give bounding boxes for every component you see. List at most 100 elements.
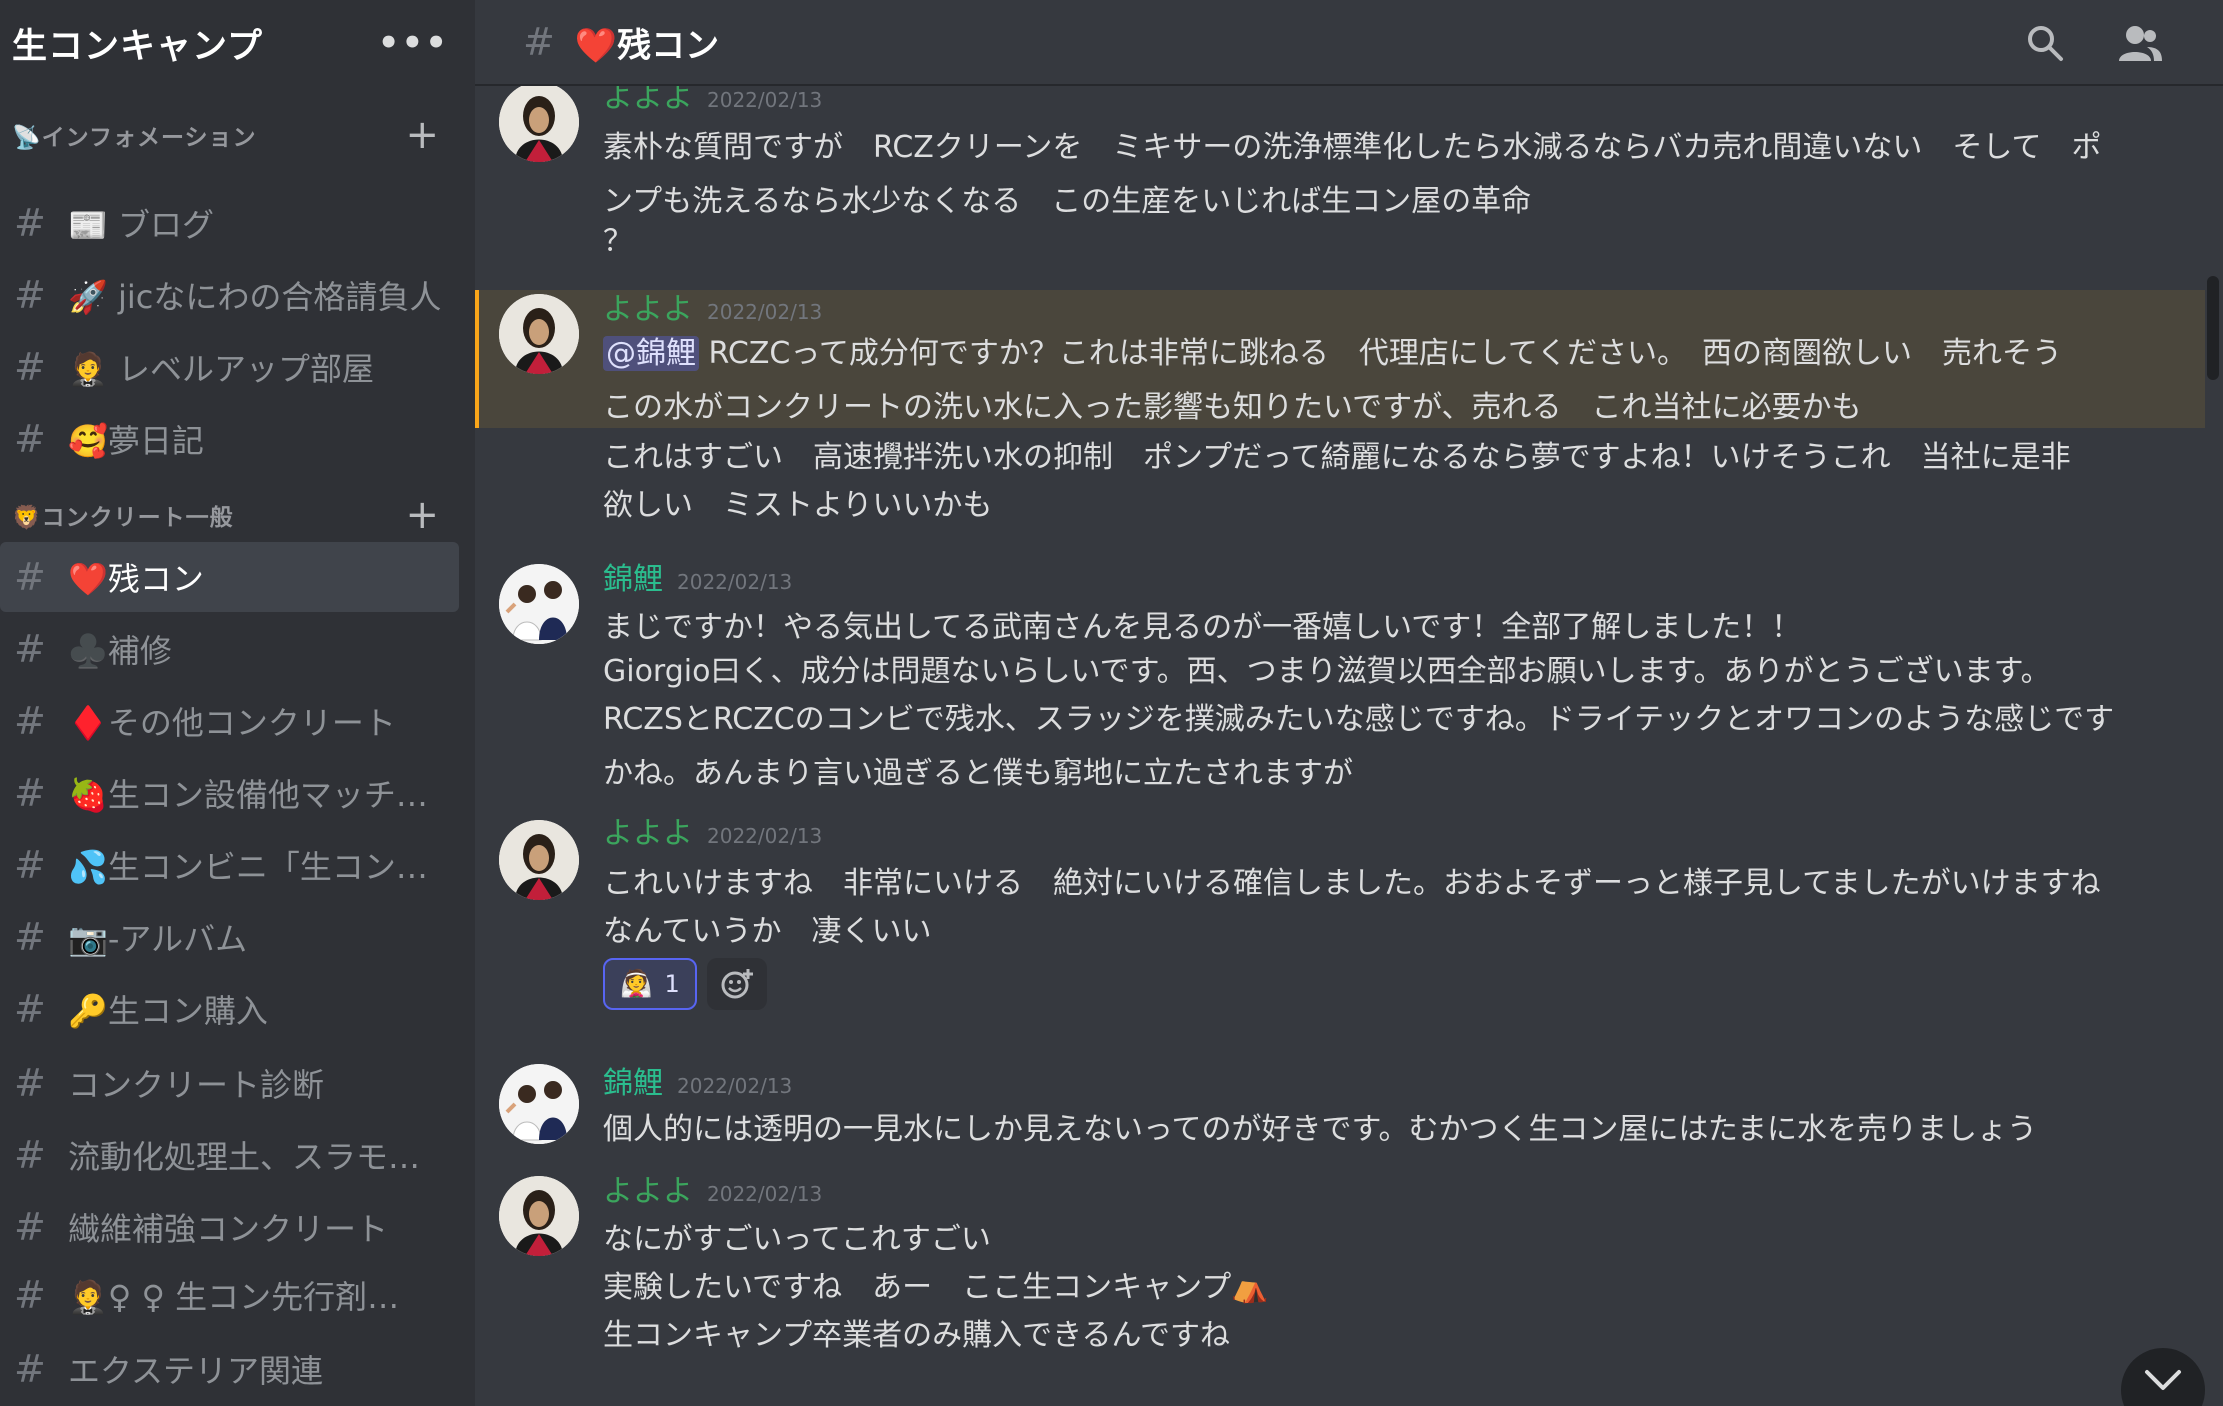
server-header[interactable]: 生コンキャンプ ••• bbox=[0, 0, 475, 86]
channel-album[interactable]: # 📷-アルバム bbox=[0, 902, 459, 972]
timestamp: 2022/02/13 bbox=[707, 824, 823, 848]
message-line: ンプも洗えるなら水少なくなる この生産をいじれば生コン屋の革命 bbox=[603, 184, 1532, 219]
author-name: よよよ bbox=[603, 816, 693, 851]
channel-label: ♣️補修 bbox=[68, 632, 172, 670]
channel-equipment-matching[interactable]: # 🍓生コン設備他マッチ… bbox=[0, 758, 459, 828]
hash-icon: # bbox=[14, 555, 46, 599]
timestamp: 2022/02/13 bbox=[707, 1182, 823, 1206]
avatar[interactable] bbox=[499, 86, 579, 162]
reaction-emoji: 👰 bbox=[620, 969, 653, 999]
channel-label: コンクリート診断 bbox=[68, 1066, 325, 1104]
message-author[interactable]: 錦鯉 2022/02/13 bbox=[603, 1058, 792, 1102]
search-icon[interactable] bbox=[2025, 23, 2065, 63]
channel-blog[interactable]: # 📰 ブログ bbox=[0, 188, 459, 258]
author-name: 錦鯉 bbox=[603, 1066, 663, 1101]
server-menu-icon[interactable]: ••• bbox=[378, 23, 449, 63]
chevron-down-icon bbox=[2145, 1370, 2181, 1390]
message-line: ？ bbox=[603, 224, 633, 259]
channel-label: 📰 ブログ bbox=[68, 206, 215, 244]
message: 錦鯉 2022/02/13 まじですか！やる気出してる武南さんを見るのが一番嬉しい… bbox=[475, 556, 2205, 816]
hash-icon: # bbox=[14, 1205, 46, 1249]
channel-dream-diary[interactable]: # 🥰夢日記 bbox=[0, 404, 459, 474]
add-emoji-icon bbox=[721, 969, 753, 999]
channel-label: 🚀 jicなにわの合格請負人 bbox=[68, 278, 442, 316]
channel-label: ♦️その他コンクリート bbox=[68, 704, 396, 742]
channel-label: 💦生コンビニ「生コン… bbox=[68, 848, 428, 886]
avatar[interactable] bbox=[499, 1064, 579, 1144]
message-line: 欲しい ミストよりいいかも bbox=[603, 488, 993, 523]
hash-icon: # bbox=[14, 699, 46, 743]
message-author[interactable]: よよよ 2022/02/13 bbox=[603, 86, 822, 116]
avatar[interactable] bbox=[499, 1176, 579, 1256]
channel-jic-naniwa[interactable]: # 🚀 jicなにわの合格請負人 bbox=[0, 260, 459, 330]
channel-repair[interactable]: # ♣️補修 bbox=[0, 614, 459, 684]
channel-purchase[interactable]: # 🔑生コン購入 bbox=[0, 974, 459, 1044]
message-line: まじですか！やる気出してる武南さんを見るのが一番嬉しいです！全部了解しました！！ bbox=[603, 610, 1802, 645]
channel-namacon-convenience[interactable]: # 💦生コンビニ「生コン… bbox=[0, 830, 459, 900]
hash-icon: # bbox=[14, 345, 46, 389]
message-mentioned: よよよ 2022/02/13 @錦鯉 RCZCって成分何ですか？これは非常に跳ねる… bbox=[475, 290, 2205, 428]
message-author[interactable]: よよよ 2022/02/13 bbox=[603, 1166, 822, 1210]
header-toolbar bbox=[2025, 0, 2163, 86]
channel-zancon[interactable]: # ❤️残コン bbox=[0, 542, 459, 612]
message-line: RCZSとRCZCのコンビで残水、スラッジを撲滅みたいな感じですね。ドライテック… bbox=[603, 702, 2115, 737]
category-concrete-general[interactable]: 🦁コンクリート一般 + bbox=[12, 492, 439, 538]
timestamp: 2022/02/13 bbox=[677, 1074, 793, 1098]
avatar[interactable] bbox=[499, 820, 579, 900]
message-list[interactable]: よよよ 2022/02/13 素朴な質問ですが RCZクリーンを ミキサーの洗浄標… bbox=[475, 86, 2223, 1406]
hash-icon: # bbox=[14, 1273, 46, 1317]
chat-main: # ❤️残コン よよよ 2022/02/13 素朴な質問ですが RCZクリーンを… bbox=[475, 0, 2223, 1406]
category-information[interactable]: 📡インフォメーション + bbox=[12, 112, 439, 158]
channel-label: エクステリア関連 bbox=[68, 1352, 324, 1390]
message: よよよ 2022/02/13 これいけますね 非常にいける 絶対にいける確信しまし… bbox=[475, 816, 2205, 1050]
channel-fluidized-soil[interactable]: # 流動化処理土、スラモ… bbox=[0, 1120, 459, 1190]
channel-title: ❤️残コン bbox=[574, 25, 720, 66]
channel-label: 🍓生コン設備他マッチ… bbox=[68, 776, 428, 814]
author-name: よよよ bbox=[603, 292, 693, 327]
message-line: @錦鯉 RCZCって成分何ですか？これは非常に跳ねる 代理店にしてください。 西… bbox=[603, 328, 2062, 372]
message-line: この水がコンクリートの洗い水に入った影響も知りたいですが、売れる これ当社に必要… bbox=[603, 390, 1862, 425]
author-name: 錦鯉 bbox=[603, 562, 663, 597]
author-name: よよよ bbox=[603, 1174, 693, 1209]
message-author[interactable]: 錦鯉 2022/02/13 bbox=[603, 554, 792, 598]
hash-icon: # bbox=[14, 627, 46, 671]
timestamp: 2022/02/13 bbox=[707, 88, 823, 112]
message-line: なにがすごいってこれすごい bbox=[603, 1222, 991, 1257]
category-label: 📡インフォメーション bbox=[12, 125, 257, 151]
channel-label: ❤️残コン bbox=[68, 560, 204, 598]
hash-icon: # bbox=[14, 417, 46, 461]
message-line: かね。あんまり言い過ぎると僕も窮地に立たされますが bbox=[603, 756, 1353, 791]
hash-icon: # bbox=[523, 20, 555, 64]
message-line: Giorgio曰く、成分は問題ないらしいです。西、つまり滋賀以西全部お願いします… bbox=[603, 654, 2051, 689]
add-reaction-button[interactable] bbox=[707, 958, 767, 1010]
timestamp: 2022/02/13 bbox=[677, 570, 793, 594]
user-mention[interactable]: @錦鯉 bbox=[603, 336, 699, 371]
add-channel-icon[interactable]: + bbox=[405, 495, 439, 535]
server-name: 生コンキャンプ bbox=[12, 26, 263, 67]
message-line: 生コンキャンプ卒業者のみ購入できるんですね bbox=[603, 1318, 1230, 1353]
scrollbar-thumb[interactable] bbox=[2207, 276, 2219, 380]
hash-icon: # bbox=[14, 201, 46, 245]
avatar[interactable] bbox=[499, 294, 579, 374]
channel-label: 繊維補強コンクリート bbox=[68, 1210, 389, 1248]
hash-icon: # bbox=[14, 843, 46, 887]
channel-label: 流動化処理土、スラモ… bbox=[68, 1138, 421, 1176]
channel-level-up[interactable]: # 🤵 レベルアップ部屋 bbox=[0, 332, 459, 402]
hash-icon: # bbox=[14, 273, 46, 317]
channel-diagnosis[interactable]: # コンクリート診断 bbox=[0, 1048, 459, 1118]
hash-icon: # bbox=[14, 915, 46, 959]
members-icon[interactable] bbox=[2117, 23, 2163, 63]
channel-other-concrete[interactable]: # ♦️その他コンクリート bbox=[0, 686, 459, 756]
message-author[interactable]: よよよ 2022/02/13 bbox=[603, 284, 822, 328]
message-author[interactable]: よよよ 2022/02/13 bbox=[603, 808, 822, 852]
channel-label: 🤵 レベルアップ部屋 bbox=[68, 350, 375, 388]
add-channel-icon[interactable]: + bbox=[405, 115, 439, 155]
channel-fiber-reinforced[interactable]: # 繊維補強コンクリート bbox=[0, 1192, 459, 1262]
message-line: 実験したいですね あー ここ生コンキャンプ⛺ bbox=[603, 1270, 1269, 1305]
avatar[interactable] bbox=[499, 564, 579, 644]
channel-exterior[interactable]: # エクステリア関連 bbox=[0, 1334, 459, 1404]
channel-preceding-agent[interactable]: # 🤵♀ ♀ 生コン先行剤… bbox=[0, 1260, 459, 1330]
reaction-chip[interactable]: 👰 1 bbox=[603, 958, 697, 1010]
hash-icon: # bbox=[14, 1347, 46, 1391]
message-text: RCZCって成分何ですか？これは非常に跳ねる 代理店にしてください。 西の商圏欲… bbox=[699, 336, 2063, 371]
